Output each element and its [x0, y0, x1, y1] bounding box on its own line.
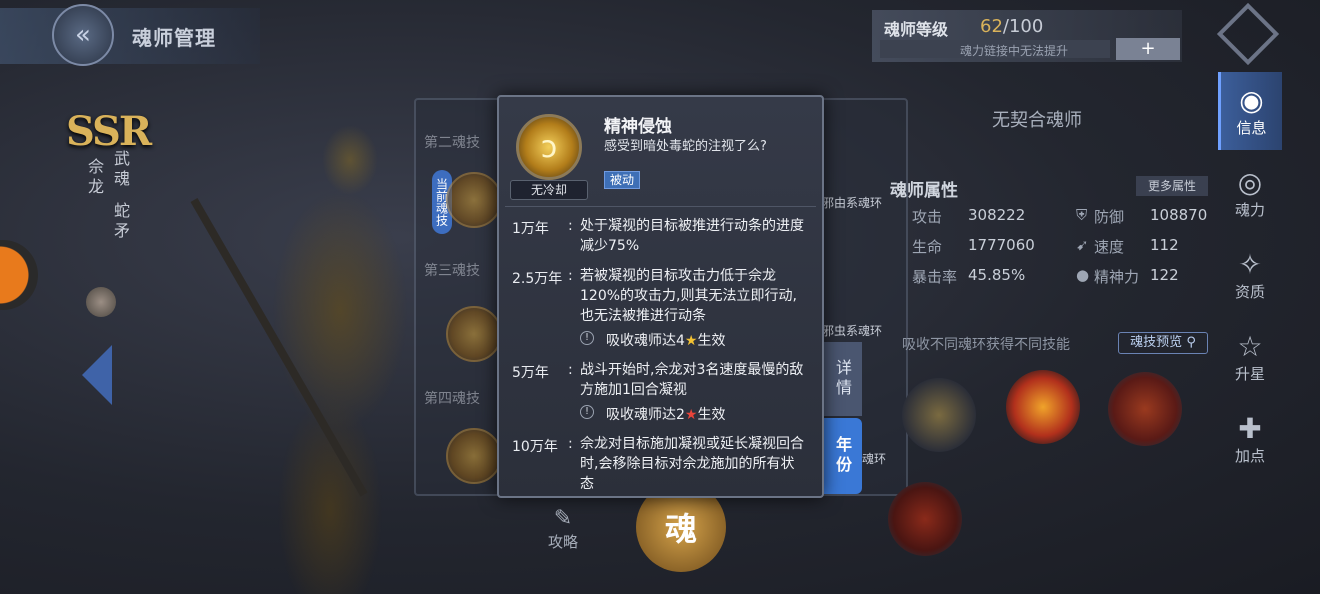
skill-label-third: 第三魂技 [424, 263, 480, 279]
stat-value: 108870 [1150, 206, 1208, 224]
guide-button[interactable]: ✎ 攻略 [548, 506, 578, 552]
sidebar-item-label: 魂力 [1234, 200, 1265, 219]
header-bar [0, 8, 260, 64]
sidebar-item-add-point[interactable]: ✚ 加点 [1218, 400, 1282, 478]
level-hint: 魂力链接中无法提升 [960, 44, 1069, 58]
add-point-icon: ✚ [1238, 411, 1262, 445]
martial-soul-label: 武魂 [111, 150, 130, 190]
cooldown-badge: 无冷却 [510, 180, 588, 200]
stat-value: 1777060 [968, 236, 1035, 254]
row-year: 2.5万年 [512, 271, 563, 287]
detail-button[interactable]: 详情 [822, 342, 862, 416]
rarity-badge: SSR [66, 108, 152, 155]
back-arrow-icon: « [75, 20, 91, 50]
skill-icon: ↄ [516, 114, 582, 180]
stat-name: 暴击率 [912, 268, 958, 286]
menu-diamond-icon[interactable] [1216, 2, 1280, 66]
stat-value: 45.85% [968, 266, 1026, 284]
row-year: 1万年 [512, 221, 549, 237]
hero-figure [200, 60, 430, 594]
skill-orb-fourth[interactable] [446, 428, 502, 484]
soul-power-icon: ◎ [1237, 165, 1263, 199]
pet-avatar[interactable] [0, 240, 38, 310]
soul-ring-slot[interactable] [1006, 370, 1080, 444]
soul-ring-slot[interactable] [1108, 372, 1182, 446]
sidebar-item-label: 资质 [1234, 282, 1265, 301]
skill-label-second: 第二魂技 [424, 135, 480, 151]
soul-ring-slot[interactable] [902, 378, 976, 452]
sidebar-item-info[interactable]: ◉ 信息 [1218, 72, 1282, 150]
info-icon: ◉ [1239, 83, 1264, 117]
hero-avatar[interactable] [86, 287, 116, 317]
sidebar-item-soul-power[interactable]: ◎ 魂力 [1218, 154, 1282, 232]
shield-icon: ⛨ [1076, 206, 1088, 224]
ring-type-text: 邪由系魂环 [822, 196, 883, 210]
level-up-button[interactable]: + [1116, 38, 1180, 60]
stat-value: 112 [1150, 236, 1179, 254]
skill-name: 精神侵蚀 [604, 117, 672, 137]
no-contract-text: 无契合魂师 [992, 110, 1082, 131]
prev-hero-arrow-icon[interactable] [82, 345, 112, 405]
sidebar-item-label: 升星 [1234, 364, 1265, 383]
star-icon: ☆ [1237, 329, 1263, 363]
hero-name: 佘龙 [85, 158, 104, 198]
guide-icon: ✎ [553, 506, 573, 531]
year-button[interactable]: 年份 [822, 418, 862, 494]
row-text: 战斗开始时,佘龙对3名速度最慢的敌方施加1回合凝视 [580, 362, 804, 398]
sidebar-item-star-up[interactable]: ☆ 升星 [1218, 318, 1282, 396]
stat-name: 速度 [1094, 238, 1125, 256]
row-colon: : [568, 362, 573, 378]
brain-icon: ● [1076, 266, 1090, 284]
sidebar-item-label: 加点 [1234, 446, 1265, 465]
stat-name: 防御 [1094, 208, 1125, 226]
red-star-icon: ★ [684, 407, 698, 423]
stat-name: 生命 [912, 238, 943, 256]
level-label: 魂师等级 [884, 20, 949, 39]
back-button[interactable]: « [52, 4, 114, 66]
more-attributes-button[interactable]: 更多属性 [1136, 176, 1208, 196]
gold-star-icon: ★ [684, 333, 698, 349]
stat-value: 122 [1150, 266, 1179, 284]
skill-orb-third[interactable] [446, 306, 502, 362]
search-icon: ⚲ [1186, 335, 1196, 350]
warning-icon: ! [580, 405, 594, 419]
skill-preview-button[interactable]: 魂技预览 ⚲ [1118, 332, 1208, 354]
row-colon: : [568, 218, 573, 234]
skill-label-fourth: 第四魂技 [424, 391, 480, 407]
row-year: 10万年 [512, 439, 558, 455]
skill-orb-second[interactable] [446, 172, 502, 228]
row-colon: : [568, 436, 573, 452]
warning-icon: ! [580, 331, 594, 345]
stat-name: 攻击 [912, 208, 943, 226]
row-text: 佘龙对目标施加凝视或延长凝视回合时,会移除目标对佘龙施加的所有状态 [580, 436, 804, 492]
row-text: 若被凝视的目标攻击力低于佘龙120%的攻击力,则其无法立即行动,也无法被推进行动… [580, 268, 797, 324]
attributes-title: 魂师属性 [890, 181, 958, 201]
boot-icon: ➹ [1076, 236, 1089, 254]
row-note: 吸收魂师达2★生效 [606, 407, 726, 423]
skill-description: 感受到暗处毒蛇的注视了么? [604, 139, 767, 154]
ring-type-text: 邪虫系魂环 [822, 324, 883, 338]
martial-soul-name: 蛇矛 [111, 202, 130, 242]
level-value: 62/100 [980, 16, 1044, 37]
aptitude-icon: ✧ [1238, 247, 1262, 281]
skill-type-tag: 被动 [604, 171, 640, 189]
stat-name: 精神力 [1094, 268, 1140, 286]
receive-hint: 吸收不同魂环获得不同技能 [902, 337, 1070, 353]
soul-ring-slot[interactable] [888, 482, 962, 556]
right-sidebar: ◉ 信息 ◎ 魂力 ✧ 资质 ☆ 升星 ✚ 加点 [1218, 72, 1284, 482]
page-title: 魂师管理 [132, 26, 216, 50]
guide-label: 攻略 [548, 533, 579, 551]
divider [505, 206, 816, 207]
row-text: 处于凝视的目标被推进行动条的进度减少75% [580, 218, 804, 254]
ring-type-text: 魂环 [862, 452, 887, 466]
sidebar-item-aptitude[interactable]: ✧ 资质 [1218, 236, 1282, 314]
stat-value: 308222 [968, 206, 1026, 224]
row-note: 吸收魂师达4★生效 [606, 333, 726, 349]
row-colon: : [568, 268, 573, 284]
sidebar-item-label: 信息 [1236, 118, 1267, 137]
row-year: 5万年 [512, 365, 549, 381]
